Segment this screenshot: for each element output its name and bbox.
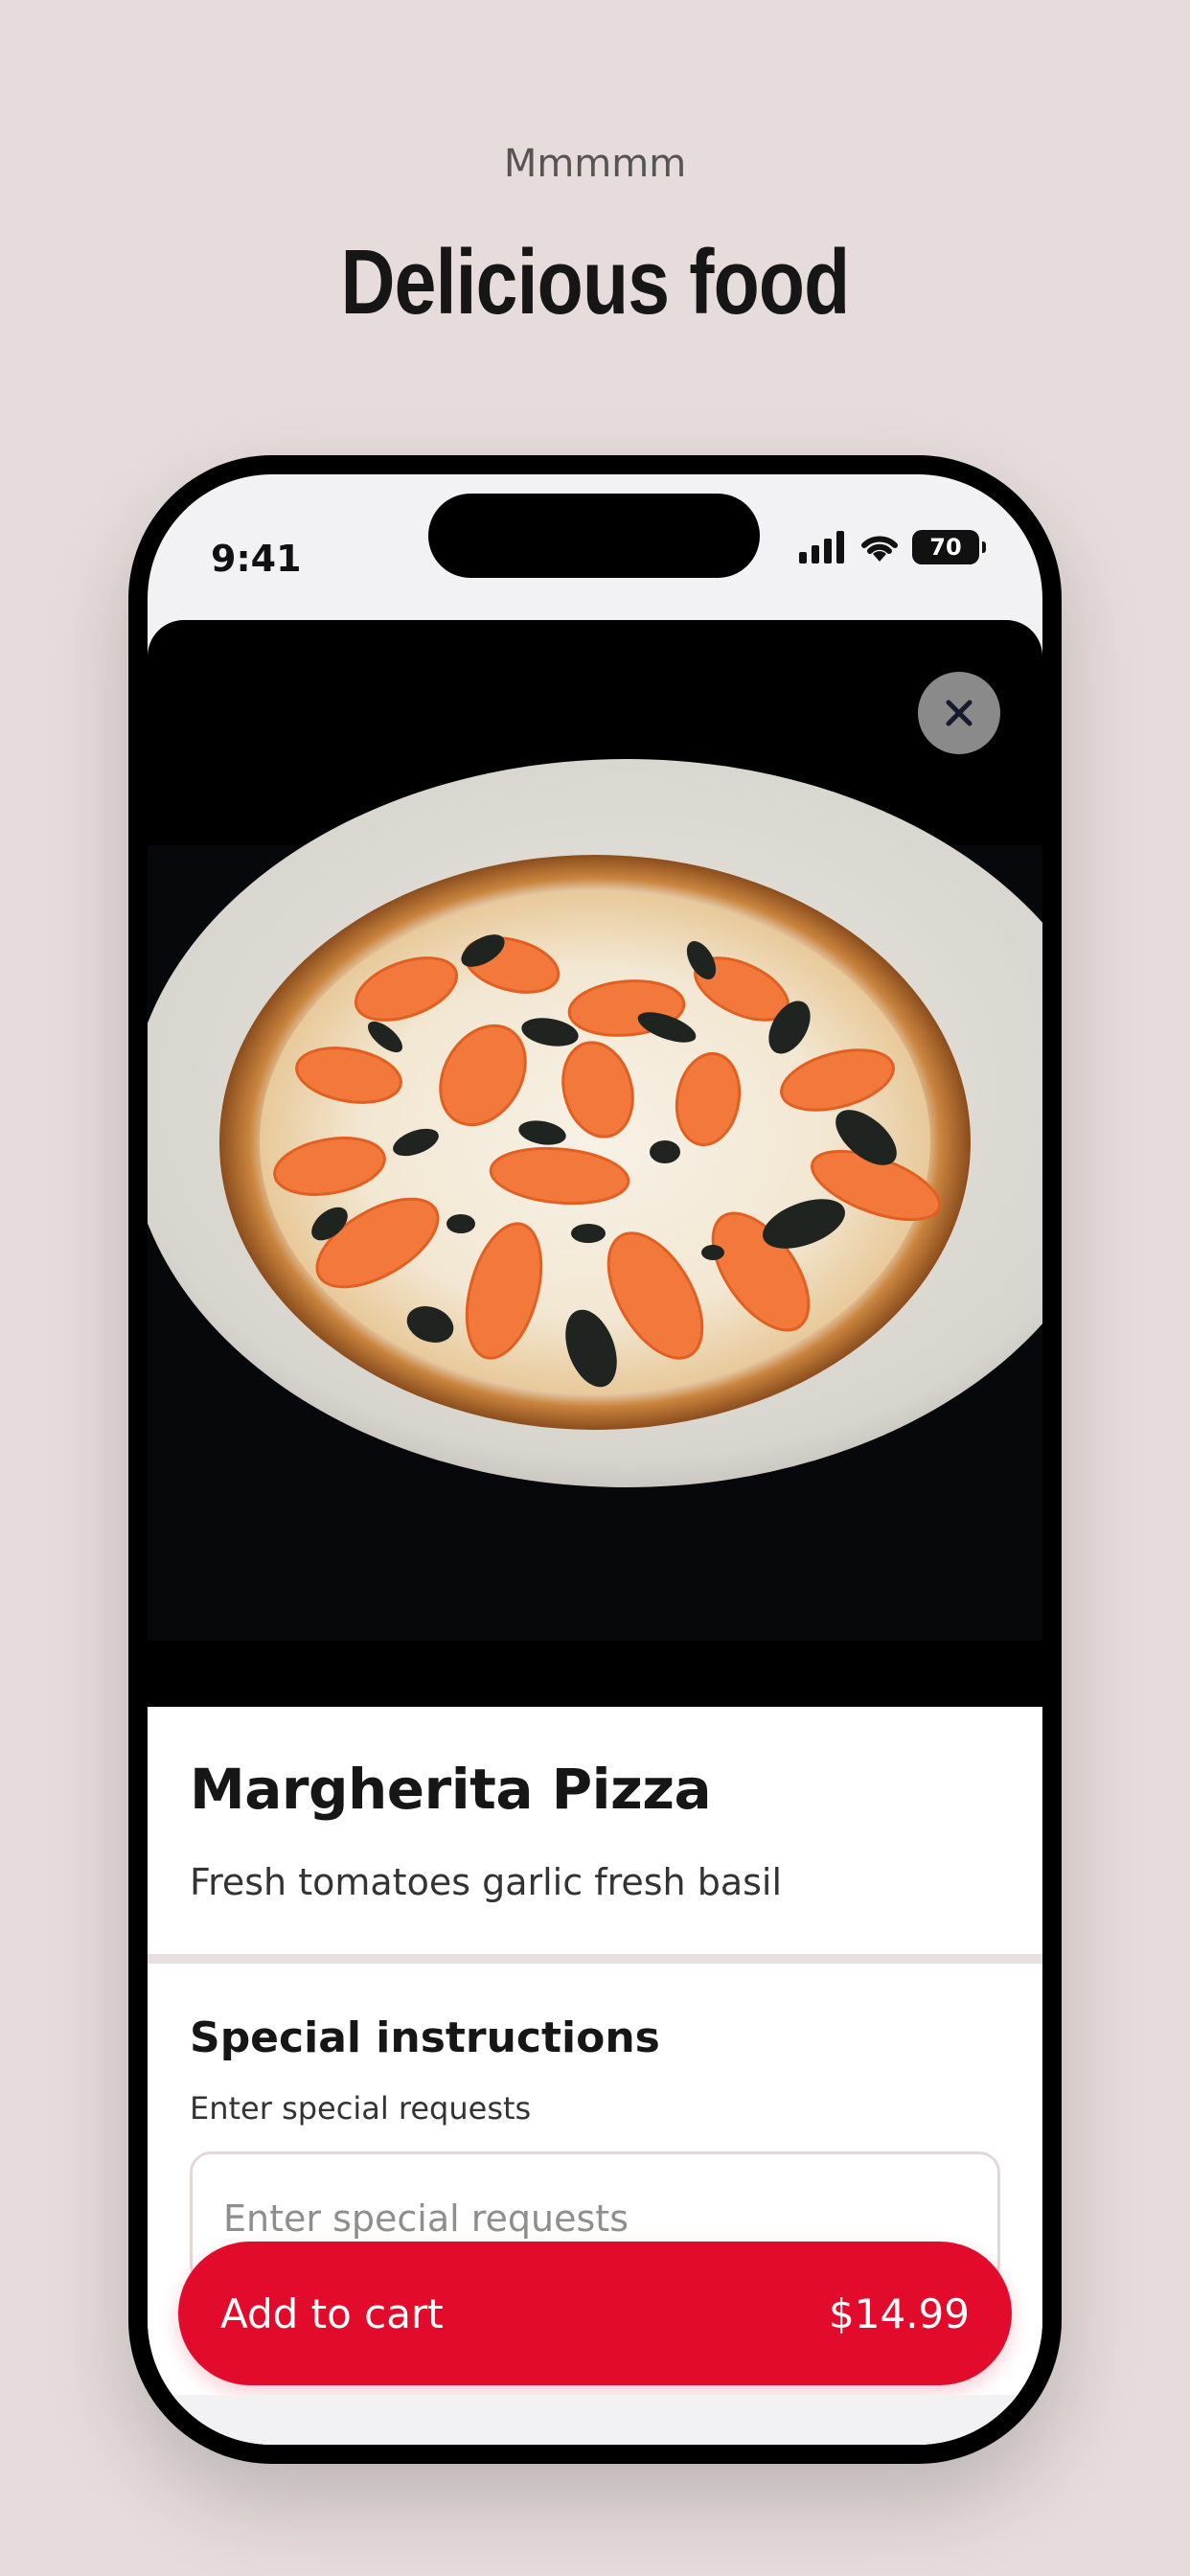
special-instructions-subtitle: Enter special requests <box>190 2090 532 2127</box>
intro-eyebrow: Mmmmm <box>503 142 687 186</box>
intro-headline: Delicious food <box>340 231 851 334</box>
phone-frame: 9:41 70 Margherita Pizza Fresh tomatoes … <box>128 455 1062 2464</box>
pizza-illustration <box>148 759 1042 1641</box>
product-name: Margherita Pizza <box>190 1757 712 1822</box>
battery-level: 70 <box>929 534 962 561</box>
product-description: Fresh tomatoes garlic fresh basil <box>190 1861 783 1903</box>
close-button[interactable] <box>918 672 1000 754</box>
product-sheet: Margherita Pizza Fresh tomatoes garlic f… <box>148 620 1042 2445</box>
cart-price: $14.99 <box>829 2289 970 2337</box>
add-to-cart-label: Add to cart <box>220 2289 444 2337</box>
home-indicator-area <box>148 2395 1042 2445</box>
close-icon <box>946 700 973 726</box>
pizza-photo <box>148 620 1042 1707</box>
status-time: 9:41 <box>211 538 302 580</box>
phone-screen: 9:41 70 Margherita Pizza Fresh tomatoes … <box>148 474 1042 2445</box>
cellular-signal-icon <box>799 531 844 564</box>
dynamic-island <box>428 494 760 578</box>
special-instructions-title: Special instructions <box>190 2013 660 2062</box>
section-divider <box>148 1954 1042 1964</box>
add-to-cart-button[interactable]: Add to cart $14.99 <box>178 2242 1012 2385</box>
wifi-icon <box>861 536 898 562</box>
battery-icon: 70 <box>912 530 986 564</box>
status-icons: 70 <box>799 530 986 564</box>
